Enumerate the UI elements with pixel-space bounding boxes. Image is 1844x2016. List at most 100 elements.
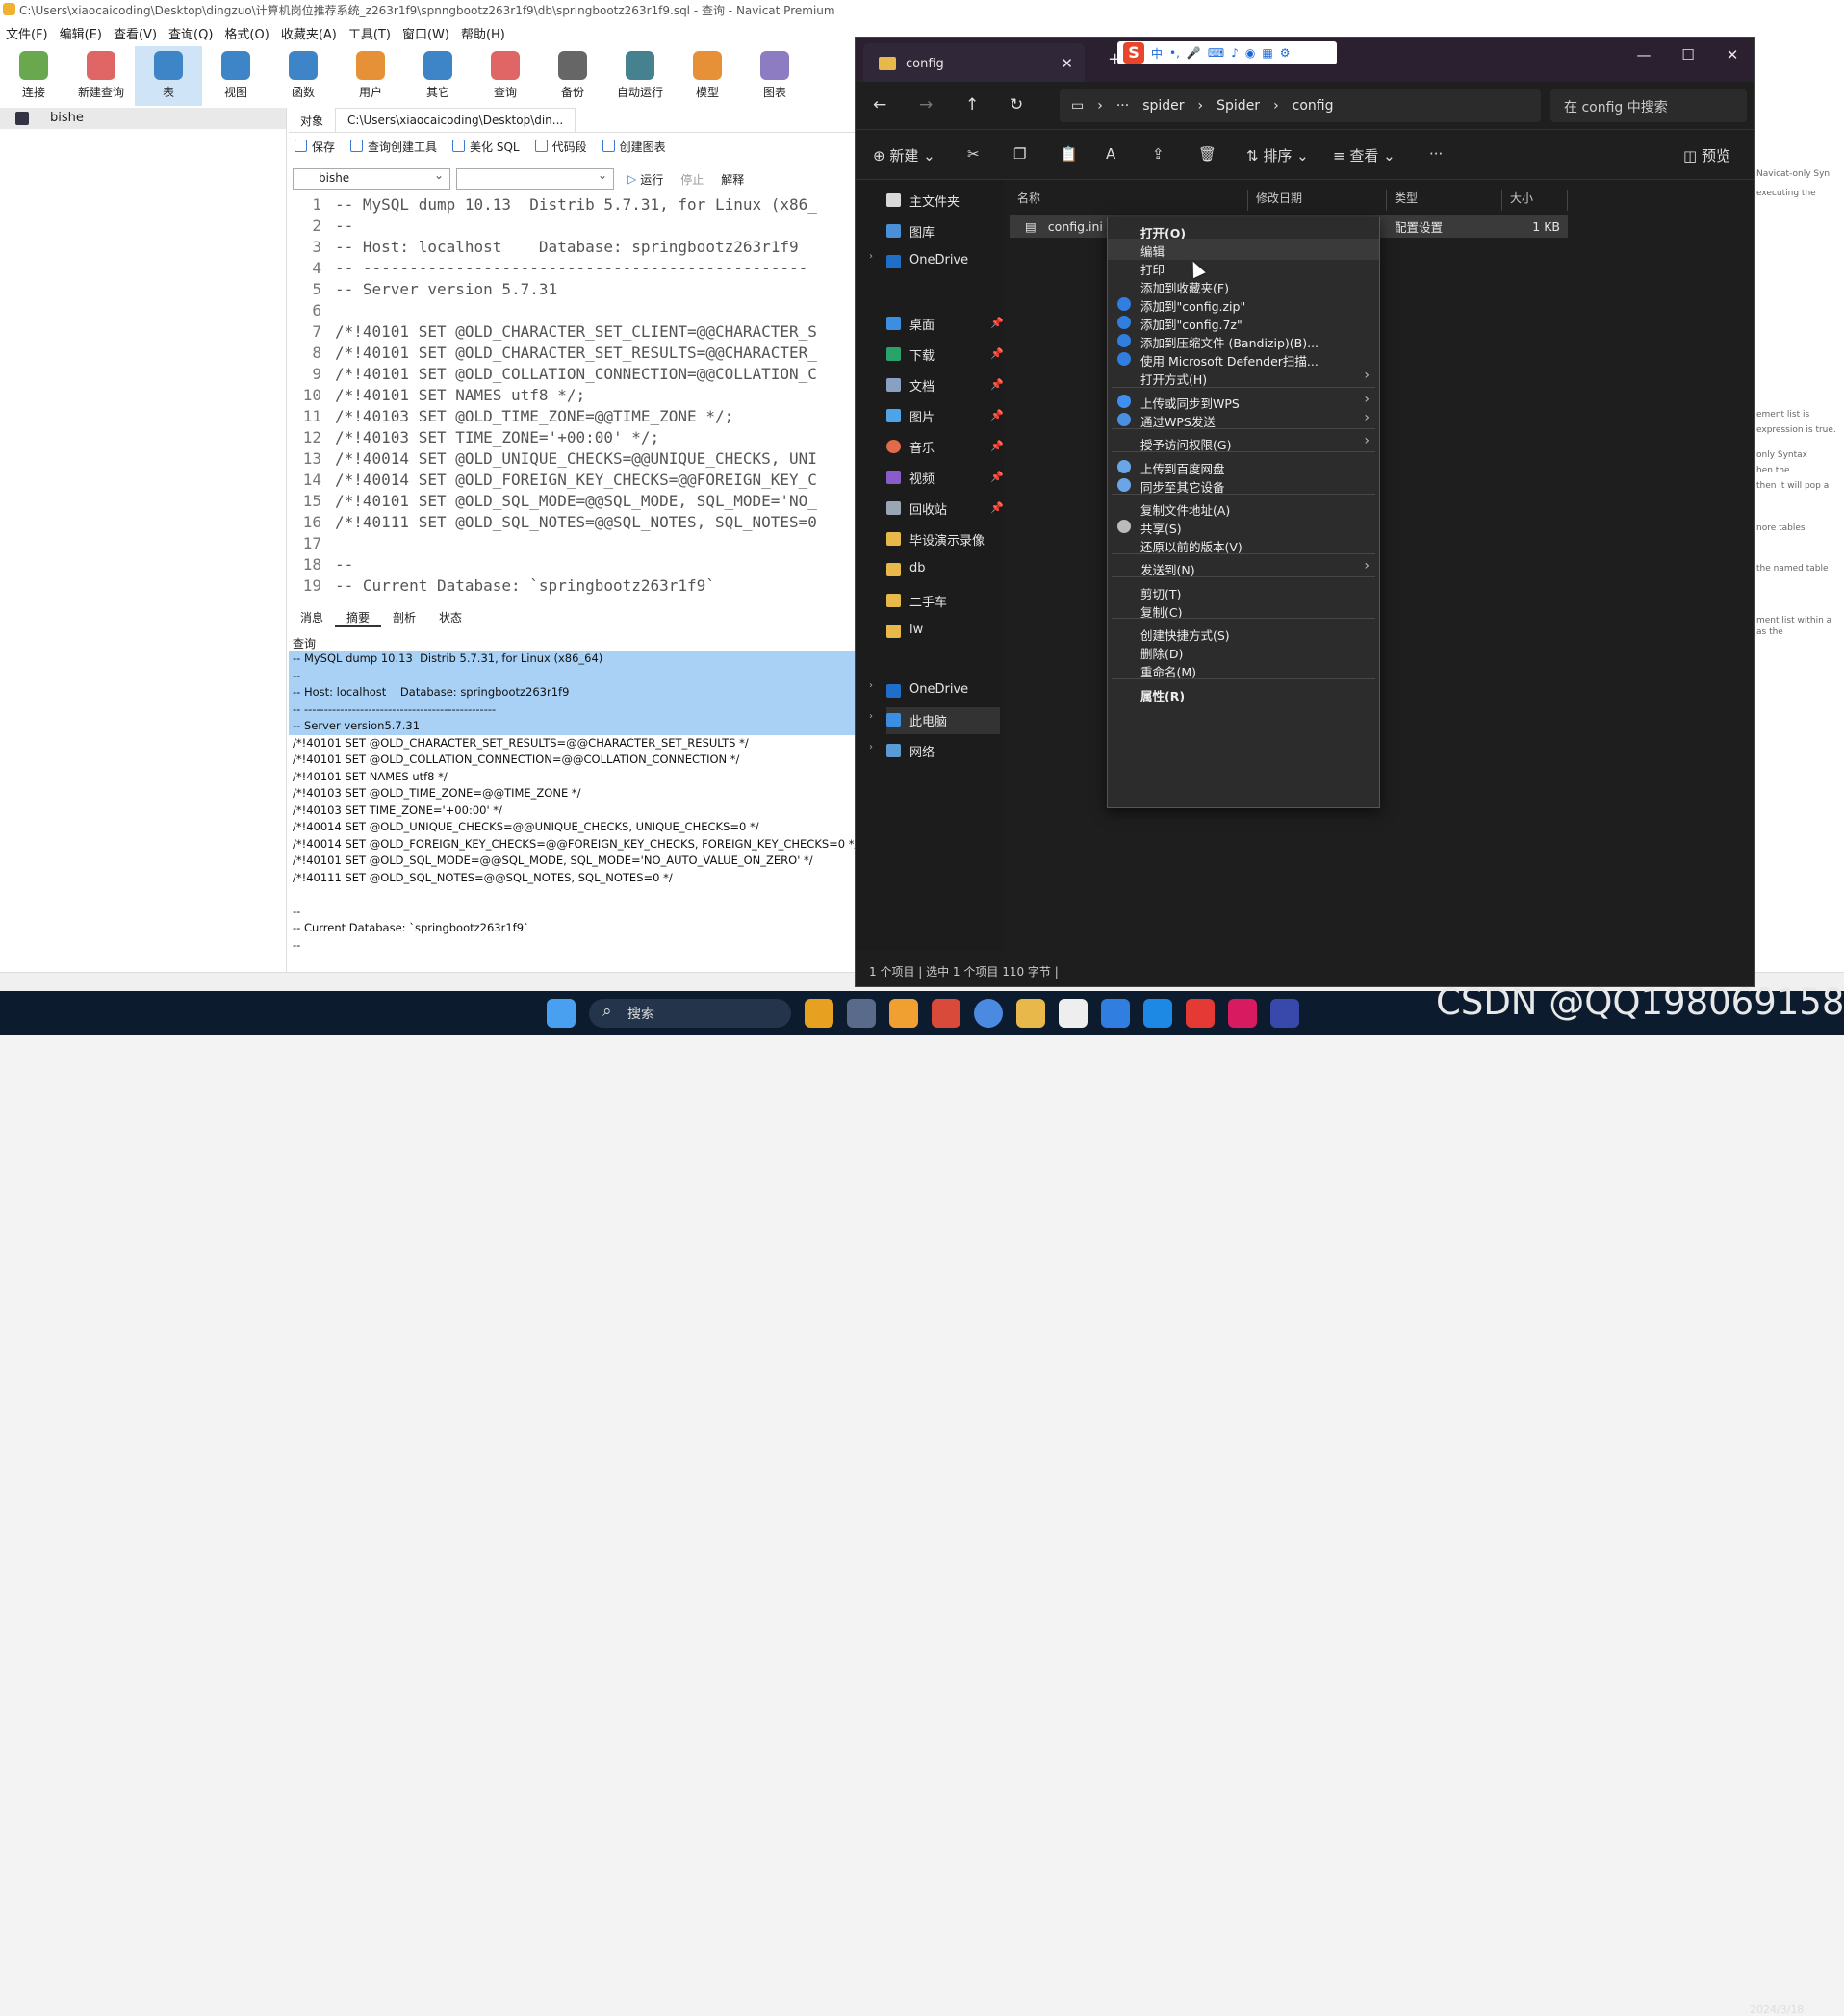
context-menu-item[interactable]: 还原以前的版本(V) xyxy=(1108,534,1379,555)
context-menu-item[interactable]: 通过WPS发送 › xyxy=(1108,409,1379,430)
tab-query-file[interactable]: C:\Users\xiaocaicoding\Desktop\din... xyxy=(335,108,576,132)
ime-symbol-5[interactable]: ◉ xyxy=(1245,46,1255,60)
chrome-icon[interactable] xyxy=(974,999,1003,1028)
model-button[interactable]: 模型 xyxy=(674,46,741,106)
maximize-icon[interactable]: ☐ xyxy=(1666,38,1710,72)
connect-button[interactable]: 连接 xyxy=(0,46,67,106)
context-menu-item[interactable]: 打开方式(H) › xyxy=(1108,367,1379,388)
nav-folder-db[interactable]: db xyxy=(886,557,926,584)
keyboard-icon[interactable]: ⌨ xyxy=(1208,46,1224,60)
task-view-icon[interactable] xyxy=(847,999,876,1028)
nav-pictures[interactable]: 图片 xyxy=(886,403,935,430)
backup-button[interactable]: 备份 xyxy=(539,46,606,106)
preview-button[interactable]: ◫ 预览 xyxy=(1683,145,1730,166)
start-icon[interactable] xyxy=(547,999,576,1028)
refresh-icon[interactable]: ↻ xyxy=(1010,95,1023,115)
database-select[interactable] xyxy=(456,168,614,190)
menu-format[interactable]: 格式(O) xyxy=(218,21,274,44)
menu-view[interactable]: 查看(V) xyxy=(108,21,163,44)
nav-videos[interactable]: 视频 xyxy=(886,465,935,492)
column-size[interactable]: 大小 xyxy=(1502,190,1568,211)
menu-tools[interactable]: 工具(T) xyxy=(343,21,397,44)
view-button[interactable]: ≡ 查看 ⌄ xyxy=(1333,145,1396,166)
chevron-right-icon[interactable]: › xyxy=(869,251,873,262)
close-icon[interactable]: ✕ xyxy=(1710,38,1754,72)
nav-folder-used-car[interactable]: 二手车 xyxy=(886,588,947,615)
tab-objects[interactable]: 对象 xyxy=(289,108,335,132)
new-query-button[interactable]: 新建查询 xyxy=(67,46,135,106)
nav-this-pc[interactable]: 此电脑 xyxy=(886,707,1000,734)
tab-status[interactable]: 状态 xyxy=(427,606,474,627)
context-menu-item[interactable]: 重命名(M) xyxy=(1108,659,1379,680)
breadcrumb[interactable]: ▭ › ··· spider › Spider › config xyxy=(1060,89,1541,122)
jetbrains-icon[interactable] xyxy=(1270,999,1299,1028)
other-button[interactable]: 其它 xyxy=(404,46,472,106)
nav-documents[interactable]: 文档 xyxy=(886,372,935,399)
chevron-right-icon[interactable]: › xyxy=(869,742,873,753)
view-button[interactable]: 视图 xyxy=(202,46,269,106)
query-builder-button[interactable]: 查询创建工具 xyxy=(350,139,437,162)
create-chart-button[interactable]: 创建图表 xyxy=(602,139,666,162)
app-icon[interactable] xyxy=(889,999,918,1028)
wps-icon[interactable] xyxy=(1186,999,1215,1028)
file-explorer-icon[interactable] xyxy=(1016,999,1045,1028)
chevron-right-icon[interactable]: › xyxy=(869,680,873,691)
context-menu-item[interactable]: 属性(R) xyxy=(1108,683,1379,704)
microphone-icon[interactable]: 🎤 xyxy=(1187,46,1201,60)
taskbar-search[interactable]: 搜索 xyxy=(589,999,791,1028)
settings-icon[interactable]: ⚙ xyxy=(1280,46,1291,60)
forward-arrow-icon[interactable]: → xyxy=(919,95,933,115)
app-icon[interactable] xyxy=(1143,999,1172,1028)
app-icon[interactable] xyxy=(932,999,960,1028)
menu-edit[interactable]: 编辑(E) xyxy=(54,21,108,44)
tab-message[interactable]: 消息 xyxy=(289,606,335,627)
menu-file[interactable]: 文件(F) xyxy=(0,21,54,44)
up-arrow-icon[interactable]: ↑ xyxy=(965,95,979,115)
menu-window[interactable]: 窗口(W) xyxy=(397,21,455,44)
column-type[interactable]: 类型 xyxy=(1387,190,1502,211)
app-icon[interactable] xyxy=(1101,999,1130,1028)
column-modified[interactable]: 修改日期 xyxy=(1248,190,1387,211)
context-menu-item[interactable]: 授予访问权限(G) › xyxy=(1108,432,1379,453)
stop-button[interactable]: 停止 xyxy=(680,171,704,188)
code-snippet-button[interactable]: 代码段 xyxy=(535,139,587,162)
qq-icon[interactable] xyxy=(1059,999,1088,1028)
sql-editor[interactable]: 1 -- MySQL dump 10.13 Distrib 5.7.31, for… xyxy=(289,194,857,599)
sort-button[interactable]: ⇅ 排序 ⌄ xyxy=(1246,145,1309,166)
save-button[interactable]: 保存 xyxy=(295,139,335,162)
automation-button[interactable]: 自动运行 xyxy=(606,46,674,106)
nav-onedrive[interactable]: OneDrive xyxy=(886,249,968,276)
more-icon[interactable]: ··· xyxy=(1116,98,1129,114)
column-name[interactable]: 名称 xyxy=(1010,190,1248,211)
nav-music[interactable]: 音乐 xyxy=(886,434,935,461)
tab-profile[interactable]: 剖析 xyxy=(381,606,427,627)
function-button[interactable]: 函数 xyxy=(269,46,337,106)
run-button[interactable]: 运行 xyxy=(640,171,663,188)
nav-gallery[interactable]: 图库 xyxy=(886,218,935,245)
grid-icon[interactable]: ▦ xyxy=(1262,46,1272,60)
nav-folder-demo[interactable]: 毕设演示录像 xyxy=(886,526,985,553)
delete-icon[interactable]: 🗑 xyxy=(1198,145,1217,163)
cut-icon[interactable]: ✂ xyxy=(967,145,980,163)
tab-summary[interactable]: 摘要 xyxy=(335,606,382,627)
breadcrumb-config[interactable]: config xyxy=(1293,98,1334,114)
beautify-sql-button[interactable]: 美化 SQL xyxy=(452,139,520,162)
skin-icon[interactable]: ♪ xyxy=(1231,46,1239,60)
connection-item-bishe[interactable]: bishe xyxy=(0,108,286,129)
menu-favorites[interactable]: 收藏夹(A) xyxy=(275,21,343,44)
connection-select[interactable]: bishe xyxy=(293,168,450,190)
query-button[interactable]: 查询 xyxy=(472,46,539,106)
search-box[interactable]: 在 config 中搜索 xyxy=(1550,89,1747,122)
nav-desktop[interactable]: 桌面 xyxy=(886,311,935,338)
back-arrow-icon[interactable]: ← xyxy=(873,95,886,115)
paste-icon[interactable]: 📋 xyxy=(1060,145,1078,163)
menu-help[interactable]: 帮助(H) xyxy=(455,21,511,44)
minimize-icon[interactable]: — xyxy=(1622,38,1666,72)
nav-network[interactable]: 网络 xyxy=(886,738,935,765)
youdao-icon[interactable] xyxy=(1228,999,1257,1028)
close-tab-icon[interactable]: ✕ xyxy=(1061,55,1073,72)
nav-folder-lw[interactable]: lw xyxy=(886,619,923,646)
search-app-icon[interactable] xyxy=(805,999,833,1028)
more-options-icon[interactable]: ··· xyxy=(1429,145,1443,163)
user-button[interactable]: 用户 xyxy=(337,46,404,106)
